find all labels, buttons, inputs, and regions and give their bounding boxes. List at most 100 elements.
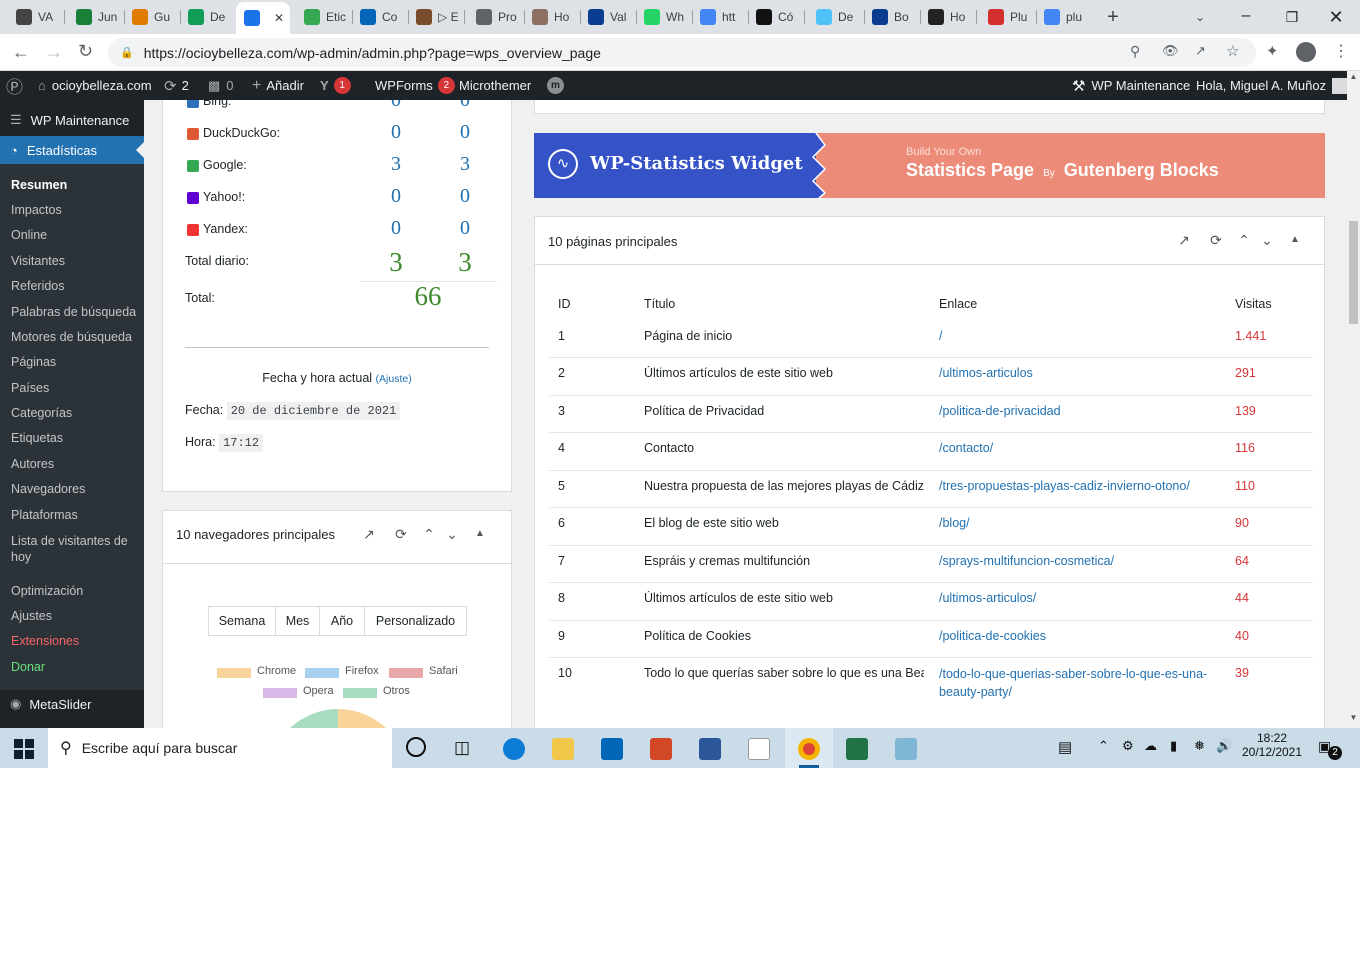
tab-7[interactable]: Co — [352, 4, 404, 30]
cell-link[interactable]: / — [939, 329, 1229, 343]
eye-off-icon[interactable]: 👁 — [1162, 43, 1179, 59]
legend-label[interactable]: Chrome — [257, 665, 296, 677]
menu-wp-maintenance[interactable]: ☰ WP Maintenance — [0, 109, 144, 131]
submenu-item-10[interactable]: Categorías — [0, 406, 144, 420]
tab-17[interactable]: Ho — [920, 4, 972, 30]
yoast-menu[interactable]: Y 1 — [320, 71, 351, 100]
onedrive-icon[interactable]: ☁ — [1144, 738, 1157, 754]
submenu-item-9[interactable]: Países — [0, 381, 144, 395]
word-icon[interactable] — [699, 738, 721, 760]
monsterinsights-icon[interactable]: m — [547, 71, 564, 100]
legend-label[interactable]: Safari — [429, 665, 458, 677]
tab-12[interactable]: Wh — [636, 4, 688, 30]
restore-icon[interactable]: ❐ — [1282, 6, 1302, 28]
search-engine-yesterday[interactable]: 0 — [450, 185, 480, 208]
move-up-icon[interactable]: ⌃ — [1234, 230, 1254, 250]
submenu-item-5[interactable]: Referidos — [0, 279, 144, 293]
legend-label[interactable]: Opera — [303, 685, 334, 697]
cell-link[interactable]: /sprays-multifuncion-cosmetica/ — [939, 554, 1229, 568]
wp-statistics-banner[interactable]: ∿ WP-Statistics Widget Build Your Own St… — [534, 133, 1325, 198]
external-link-icon[interactable]: ↗ — [1174, 230, 1194, 250]
share-icon[interactable]: ↗ — [1195, 43, 1206, 59]
zoom-icon[interactable]: ⚲ — [1130, 43, 1140, 60]
tab-19[interactable]: plu — [1036, 4, 1088, 30]
excel-icon[interactable] — [846, 738, 868, 760]
search-engine-today[interactable]: 0 — [381, 100, 411, 112]
period-year[interactable]: Año — [320, 607, 365, 635]
news-icon[interactable]: ▤ — [1058, 738, 1072, 756]
store-icon[interactable] — [601, 738, 623, 760]
external-link-icon[interactable]: ↗ — [359, 524, 379, 544]
tab-2[interactable]: Jun — [68, 4, 120, 30]
period-week[interactable]: Semana — [209, 607, 276, 635]
my-account-menu[interactable]: Hola, Miguel A. Muñoz — [1196, 71, 1349, 100]
chrome-icon[interactable] — [798, 738, 820, 760]
scroll-up-arrow[interactable]: ▲ — [1347, 72, 1360, 81]
move-up-icon[interactable]: ⌃ — [419, 524, 439, 544]
search-engine-today[interactable]: 0 — [381, 185, 411, 208]
submenu-item-1[interactable]: Resumen — [0, 178, 144, 192]
move-down-icon[interactable]: ⌄ — [442, 524, 462, 544]
tab-6[interactable]: Etic — [296, 4, 348, 30]
menu-metaslider[interactable]: ◉ MetaSlider — [0, 690, 144, 718]
submenu-item-18[interactable]: Extensiones — [0, 634, 144, 648]
submenu-item-19[interactable]: Donar — [0, 660, 144, 674]
windows-start-icon[interactable] — [14, 739, 34, 759]
clock[interactable]: 18:22 20/12/2021 — [1240, 731, 1304, 759]
submenu-item-8[interactable]: Páginas — [0, 355, 144, 369]
taskbar-search-box[interactable]: ⚲ Escribe aquí para buscar — [48, 728, 392, 768]
tab-9[interactable]: Pro — [468, 4, 520, 30]
url-bar[interactable]: 🔒 https://ocioybelleza.com/wp-admin/admi… — [108, 38, 1256, 67]
tab-8[interactable]: ▷ E — [408, 4, 460, 30]
comments-link[interactable]: ▩ 0 — [208, 71, 234, 100]
search-engine-today[interactable]: 0 — [381, 121, 411, 144]
powerpoint-icon[interactable] — [650, 738, 672, 760]
search-engine-yesterday[interactable]: 0 — [450, 121, 480, 144]
browser-menu-icon[interactable]: ⋮ — [1333, 41, 1349, 61]
wp-maintenance-link[interactable]: ⚒ WP Maintenance — [1072, 71, 1190, 100]
tab-18[interactable]: Plu — [980, 4, 1032, 30]
notepad-icon[interactable] — [748, 738, 770, 760]
cell-link[interactable]: /politica-de-privacidad — [939, 404, 1229, 418]
search-engine-today[interactable]: 3 — [381, 153, 411, 176]
cell-link[interactable]: /tres-propuestas-playas-cadiz-invierno-o… — [939, 479, 1229, 493]
submenu-item-14[interactable]: Plataformas — [0, 508, 144, 522]
adjust-link[interactable]: (Ajuste) — [376, 373, 412, 385]
cell-link[interactable]: /ultimos-articulos/ — [939, 591, 1229, 605]
tab-13[interactable]: htt — [692, 4, 744, 30]
tab-14[interactable]: Có — [748, 4, 800, 30]
tab-search-icon[interactable]: ⌄ — [1190, 6, 1210, 28]
tab-10[interactable]: Ho — [524, 4, 576, 30]
submenu-item-4[interactable]: Visitantes — [0, 254, 144, 268]
search-engine-yesterday[interactable]: 0 — [450, 217, 480, 240]
cell-link[interactable]: /contacto/ — [939, 441, 1229, 455]
submenu-item-6[interactable]: Palabras de búsqueda — [0, 305, 144, 319]
submenu-item-13[interactable]: Navegadores — [0, 482, 144, 496]
tab-5[interactable]: ✕ — [236, 2, 290, 34]
meet-icon[interactable]: ⚙ — [1122, 738, 1134, 754]
menu-estadisticas[interactable]: ◔ Estadísticas — [0, 136, 144, 164]
minimize-icon[interactable]: – — [1236, 6, 1256, 28]
search-engine-today[interactable]: 0 — [381, 217, 411, 240]
collapse-icon[interactable]: ▲ — [470, 524, 490, 544]
cell-link[interactable]: /todo-lo-que-querias-saber-sobre-lo-que-… — [939, 665, 1229, 701]
add-new-link[interactable]: + Añadir — [252, 71, 304, 100]
site-name-link[interactable]: ⌂ ocioybelleza.com — [38, 71, 152, 100]
legend-label[interactable]: Firefox — [345, 665, 379, 677]
search-engine-yesterday[interactable]: 3 — [450, 153, 480, 176]
tab-15[interactable]: De — [808, 4, 860, 30]
submenu-item-15[interactable]: Lista de visitantes de hoy — [0, 533, 130, 565]
legend-label[interactable]: Otros — [383, 685, 410, 697]
tab-1[interactable]: VA — [8, 4, 60, 30]
period-month[interactable]: Mes — [276, 607, 320, 635]
move-down-icon[interactable]: ⌄ — [1257, 230, 1277, 250]
search-engine-yesterday[interactable]: 0 — [450, 100, 480, 112]
back-icon[interactable]: ← — [12, 42, 30, 63]
cell-link[interactable]: /ultimos-articulos — [939, 366, 1229, 380]
reload-icon[interactable]: ↻ — [78, 41, 93, 62]
cell-link[interactable]: /politica-de-cookies — [939, 629, 1229, 643]
submenu-item-16[interactable]: Optimización — [0, 584, 144, 598]
collapse-icon[interactable]: ▲ — [1285, 230, 1305, 250]
page-scrollbar[interactable]: ▲ ▼ — [1347, 71, 1360, 728]
submenu-item-17[interactable]: Ajustes — [0, 609, 144, 623]
